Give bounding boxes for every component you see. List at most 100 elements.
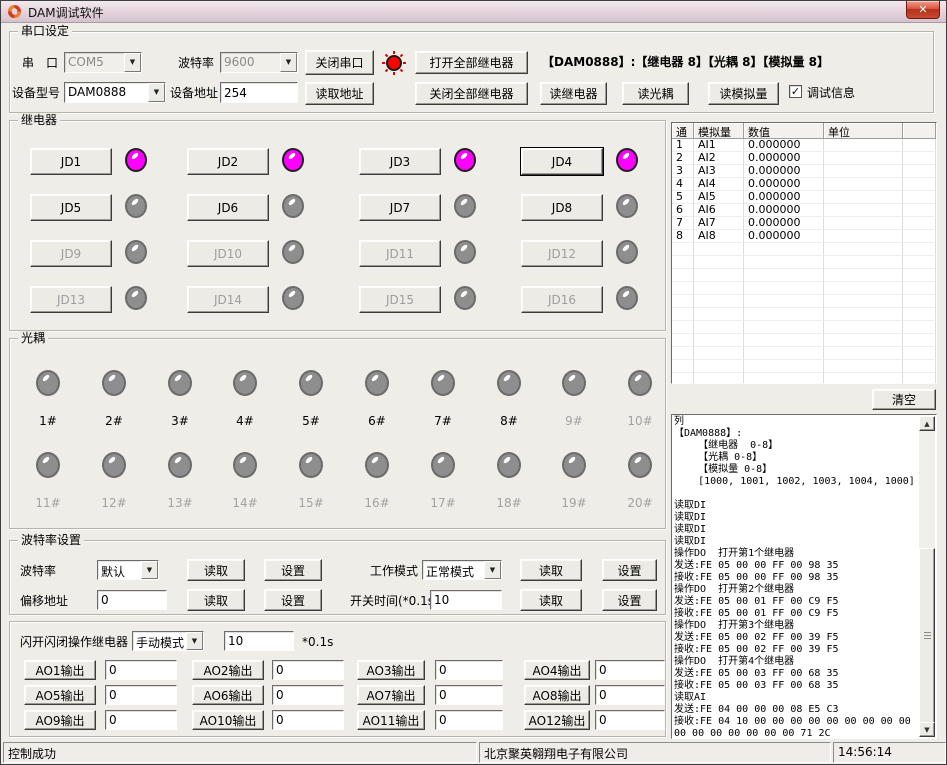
relay-button-jd9[interactable]: JD9: [30, 240, 112, 267]
analog-out-input-ao3[interactable]: [435, 660, 503, 680]
read-opto-button[interactable]: 读光耦: [622, 82, 689, 105]
relay-button-jd3[interactable]: JD3: [359, 148, 441, 175]
flash-mode-select[interactable]: 手动模式 ▼: [132, 631, 204, 651]
offset-read-button[interactable]: 读取: [187, 589, 245, 611]
analog-out-button-ao7[interactable]: AO7输出: [357, 685, 425, 705]
relay-button-jd11[interactable]: JD11: [359, 240, 441, 267]
table-cell: [694, 256, 744, 269]
table-row: 8AI80.000000: [672, 230, 936, 243]
analog-out-input-ao12[interactable]: [595, 710, 665, 730]
switch-time-input[interactable]: [430, 590, 502, 610]
analog-out-button-ao5[interactable]: AO5输出: [24, 685, 96, 705]
open-all-relays-button[interactable]: 打开全部继电器: [415, 51, 528, 74]
analog-out-input-ao9[interactable]: [105, 710, 177, 730]
table-cell: [694, 373, 744, 384]
column-header[interactable]: 模拟量: [694, 123, 744, 139]
analog-out-button-ao4[interactable]: AO4输出: [524, 660, 590, 680]
switch-time-set-button[interactable]: 设置: [602, 589, 657, 611]
analog-out-input-ao2[interactable]: [272, 660, 344, 680]
table-cell: 7: [672, 217, 694, 230]
analog-out-button-ao9[interactable]: AO9输出: [24, 710, 96, 730]
opto-led-4: [233, 370, 257, 396]
table-cell: 0.000000: [744, 191, 824, 204]
read-address-button[interactable]: 读取地址: [305, 82, 374, 105]
relay-led-jd12: [616, 240, 638, 264]
log-scrollbar[interactable]: ▲ ▼: [919, 416, 935, 737]
offset-address-input[interactable]: [97, 590, 167, 610]
work-mode-read-button[interactable]: 读取: [520, 559, 582, 581]
log-scrollbar-thumb[interactable]: [919, 548, 935, 724]
analog-out-button-ao2[interactable]: AO2输出: [192, 660, 264, 680]
read-analog-button[interactable]: 读模拟量: [708, 82, 779, 105]
address-input[interactable]: [220, 82, 298, 103]
switch-time-read-button[interactable]: 读取: [520, 589, 582, 611]
model-select[interactable]: DAM0888 ▼: [64, 82, 166, 103]
baud-set-button[interactable]: 设置: [264, 559, 322, 581]
flash-time-input[interactable]: [224, 631, 294, 651]
close-icon: ✕: [918, 3, 927, 16]
analog-out-input-ao1[interactable]: [105, 660, 177, 680]
column-header[interactable]: 通: [672, 123, 694, 139]
analog-out-button-ao12[interactable]: AO12输出: [524, 710, 590, 730]
relay-button-jd13[interactable]: JD13: [30, 286, 112, 313]
close-button[interactable]: ✕: [906, 1, 940, 19]
table-cell: [824, 308, 903, 321]
relay-button-jd8[interactable]: JD8: [521, 194, 603, 221]
offset-address-label: 偏移地址: [20, 594, 68, 608]
opto-led-1: [36, 370, 60, 396]
analog-out-button-ao6[interactable]: AO6输出: [192, 685, 264, 705]
relay-button-jd7[interactable]: JD7: [359, 194, 441, 221]
analog-out-button-ao11[interactable]: AO11输出: [357, 710, 425, 730]
opto-led-9: [562, 370, 586, 396]
analog-out-input-ao7[interactable]: [435, 685, 503, 705]
analog-out-input-ao6[interactable]: [272, 685, 344, 705]
table-row: [672, 373, 936, 384]
column-header[interactable]: 数值: [744, 123, 824, 139]
baud-select[interactable]: 9600 ▼: [220, 52, 298, 73]
analog-out-input-ao4[interactable]: [595, 660, 665, 680]
relay-button-jd4[interactable]: JD4: [521, 148, 603, 175]
close-port-button[interactable]: 关闭串口: [305, 50, 374, 75]
close-all-relays-button[interactable]: 关闭全部继电器: [415, 82, 528, 105]
relay-button-jd14[interactable]: JD14: [187, 286, 269, 313]
relay-button-jd2[interactable]: JD2: [187, 148, 269, 175]
analog-out-input-ao11[interactable]: [435, 710, 503, 730]
analog-out-input-ao5[interactable]: [105, 685, 177, 705]
relay-button-jd12[interactable]: JD12: [521, 240, 603, 267]
baud-setting-select[interactable]: 默认 ▼: [97, 560, 159, 580]
relay-button-jd5[interactable]: JD5: [30, 194, 112, 221]
table-cell: [903, 360, 936, 373]
clear-log-button[interactable]: 清空: [872, 389, 936, 410]
relay-button-jd1[interactable]: JD1: [30, 148, 112, 175]
relay-button-jd10[interactable]: JD10: [187, 240, 269, 267]
relay-button-jd6[interactable]: JD6: [187, 194, 269, 221]
relay-led-jd1: [125, 148, 147, 172]
work-mode-set-button[interactable]: 设置: [602, 559, 657, 581]
table-row: [672, 334, 936, 347]
opto-label-19: 19#: [552, 496, 596, 510]
column-header[interactable]: [903, 123, 936, 139]
relay-button-jd16[interactable]: JD16: [521, 286, 603, 313]
port-select[interactable]: COM5 ▼: [64, 52, 142, 73]
analog-out-button-ao10[interactable]: AO10输出: [192, 710, 264, 730]
work-mode-select[interactable]: 正常模式 ▼: [422, 560, 502, 580]
column-header[interactable]: 单位: [824, 123, 903, 139]
analog-out-input-ao8[interactable]: [595, 685, 665, 705]
opto-label-5: 5#: [289, 414, 333, 428]
analog-out-input-ao10[interactable]: [272, 710, 344, 730]
table-row: [672, 321, 936, 334]
offset-set-button[interactable]: 设置: [264, 589, 322, 611]
table-cell: [824, 230, 903, 243]
analog-out-button-ao1[interactable]: AO1输出: [24, 660, 96, 680]
debug-info-checkbox[interactable]: ✓: [789, 85, 802, 98]
baud-value: 9600: [221, 53, 280, 72]
read-relays-button[interactable]: 读继电器: [540, 82, 607, 105]
scroll-down-icon[interactable]: ▼: [919, 722, 935, 737]
analog-out-button-ao8[interactable]: AO8输出: [524, 685, 590, 705]
relay-button-jd15[interactable]: JD15: [359, 286, 441, 313]
baud-read-button[interactable]: 读取: [187, 559, 245, 581]
opto-label-2: 2#: [92, 414, 136, 428]
scroll-up-icon[interactable]: ▲: [919, 416, 935, 431]
relay-cell: JD3: [359, 147, 509, 175]
analog-out-button-ao3[interactable]: AO3输出: [357, 660, 425, 680]
